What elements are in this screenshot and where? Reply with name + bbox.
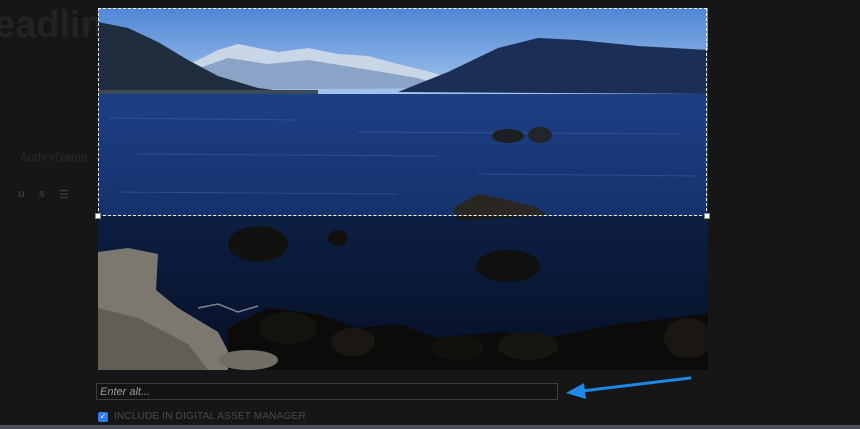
background-toolbar: u s ☰ bbox=[18, 188, 69, 201]
crop-handle-bottom-left[interactable] bbox=[95, 213, 101, 219]
background-heading: eadlin bbox=[0, 4, 104, 46]
list-icon: ☰ bbox=[58, 189, 69, 201]
crop-outside-overlay bbox=[98, 216, 708, 370]
alt-text-input[interactable] bbox=[96, 383, 558, 400]
strikethrough-icon: s bbox=[38, 188, 45, 200]
dam-checkbox-label: INCLUDE IN DIGITAL ASSET MANAGER bbox=[114, 411, 306, 422]
dam-checkbox[interactable]: ✓ bbox=[98, 411, 108, 422]
bottom-bar bbox=[0, 425, 860, 429]
background-author: AuthorName bbox=[20, 150, 88, 164]
underline-icon: u bbox=[18, 188, 25, 200]
crop-handle-bottom-right[interactable] bbox=[704, 213, 710, 219]
crop-selection[interactable] bbox=[95, 8, 710, 219]
arrow-left-icon bbox=[566, 376, 692, 399]
dam-checkbox-row[interactable]: ✓ INCLUDE IN DIGITAL ASSET MANAGER bbox=[98, 411, 306, 422]
